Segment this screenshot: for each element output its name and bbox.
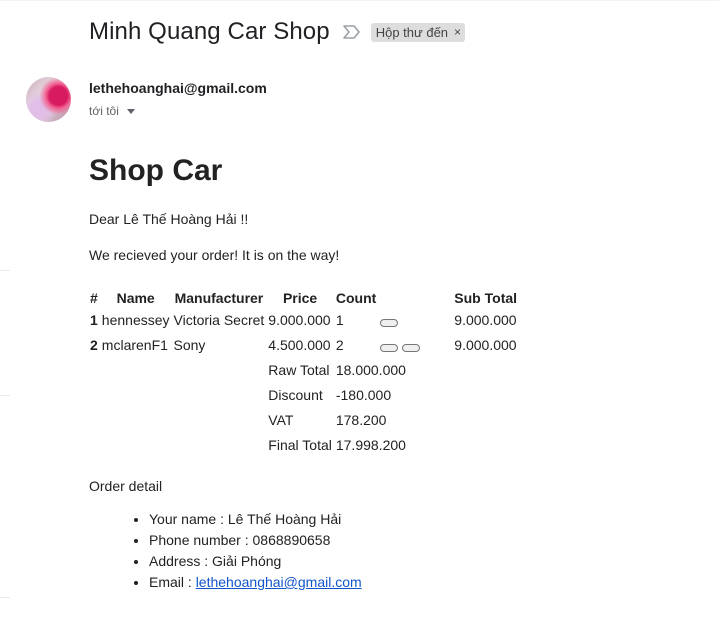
car-name: hennessey	[101, 312, 170, 328]
inbox-label-text: Hộp thư đến	[375, 24, 449, 40]
row-index: 1	[90, 312, 98, 328]
car-manufacturer: Victoria Secret	[173, 312, 265, 328]
email-heading: Shop Car	[89, 154, 223, 187]
table-header-row: # Name Manufacturer Price Count Sub Tota…	[89, 286, 518, 309]
order-table: # Name Manufacturer Price Count Sub Tota…	[87, 284, 520, 461]
email-link[interactable]: lethehoanghai@gmail.com	[196, 574, 362, 590]
top-divider	[0, 0, 719, 1]
recipient-label: tới tôi	[89, 104, 119, 118]
summary-label: Raw Total	[268, 362, 330, 378]
column-header	[379, 286, 451, 309]
summary-value: 178.200	[335, 412, 387, 428]
summary-row: VAT 178.200	[89, 411, 518, 434]
chevron-down-icon[interactable]	[126, 108, 135, 114]
car-count: 2	[335, 337, 344, 353]
table-row: 2 mclarenF1 Sony 4.500.000 2 9.000.000	[89, 336, 518, 359]
summary-row: Final Total 17.998.200	[89, 436, 518, 459]
detail-email: Email : lethehoanghai@gmail.com	[149, 572, 689, 593]
car-price: 9.000.000	[268, 312, 331, 328]
table-row: 1 hennessey Victoria Secret 9.000.000 1 …	[89, 311, 518, 334]
column-header: #	[90, 289, 98, 306]
detail-email-label: Email :	[149, 574, 196, 590]
sender-email[interactable]: lethehoanghai@gmail.com	[89, 80, 267, 96]
car-price: 4.500.000	[268, 337, 331, 353]
row-subtotal: 9.000.000	[454, 312, 517, 328]
remove-label-icon[interactable]: ×	[454, 25, 461, 39]
inbox-label-chip[interactable]: Hộp thư đến ×	[370, 22, 466, 42]
row-index: 2	[90, 337, 98, 353]
importance-marker-icon[interactable]	[342, 24, 362, 40]
subject-row: Minh Quang Car Shop Hộp thư đến ×	[89, 15, 466, 49]
order-detail-title: Order detail	[89, 478, 163, 494]
sender-avatar[interactable]	[26, 77, 71, 122]
recipient-details[interactable]: tới tôi	[89, 104, 135, 118]
summary-value: 17.998.200	[335, 437, 406, 453]
left-edge-mark	[0, 395, 10, 396]
summary-value: -180.000	[335, 387, 392, 403]
left-edge-mark	[0, 597, 10, 598]
summary-label: VAT	[268, 412, 294, 428]
car-manufacturer: Sony	[173, 337, 206, 353]
row-action-button[interactable]	[380, 344, 399, 353]
column-header: Sub Total	[454, 289, 518, 306]
column-header: Count	[335, 289, 377, 306]
column-header: Name	[116, 289, 155, 306]
car-count: 1	[335, 312, 344, 328]
car-name: mclarenF1	[101, 337, 168, 353]
summary-row: Raw Total 18.000.000	[89, 361, 518, 384]
detail-phone: Phone number : 0868890658	[149, 530, 689, 551]
email-body: Shop Car Dear Lê Thế Hoàng Hải !! We rec…	[89, 150, 689, 593]
summary-value: 18.000.000	[335, 362, 406, 378]
detail-name: Your name : Lê Thế Hoàng Hải	[149, 509, 689, 530]
row-actions	[379, 336, 451, 359]
row-action-button[interactable]	[380, 319, 399, 328]
column-header: Manufacturer	[174, 289, 264, 306]
detail-address: Address : Giải Phóng	[149, 551, 689, 572]
row-action-button[interactable]	[402, 344, 421, 353]
row-actions	[379, 311, 451, 334]
column-header: Price	[282, 289, 318, 306]
email-subject: Minh Quang Car Shop	[89, 18, 330, 45]
message-text: We recieved your order! It is on the way…	[89, 247, 340, 263]
greeting-text: Dear Lê Thế Hoàng Hải !!	[89, 211, 249, 227]
left-edge-mark	[0, 270, 10, 271]
summary-label: Discount	[268, 387, 323, 403]
summary-row: Discount -180.000	[89, 386, 518, 409]
row-subtotal: 9.000.000	[454, 337, 517, 353]
summary-label: Final Total	[268, 437, 332, 453]
order-detail-list: Your name : Lê Thế Hoàng Hải Phone numbe…	[89, 509, 689, 593]
